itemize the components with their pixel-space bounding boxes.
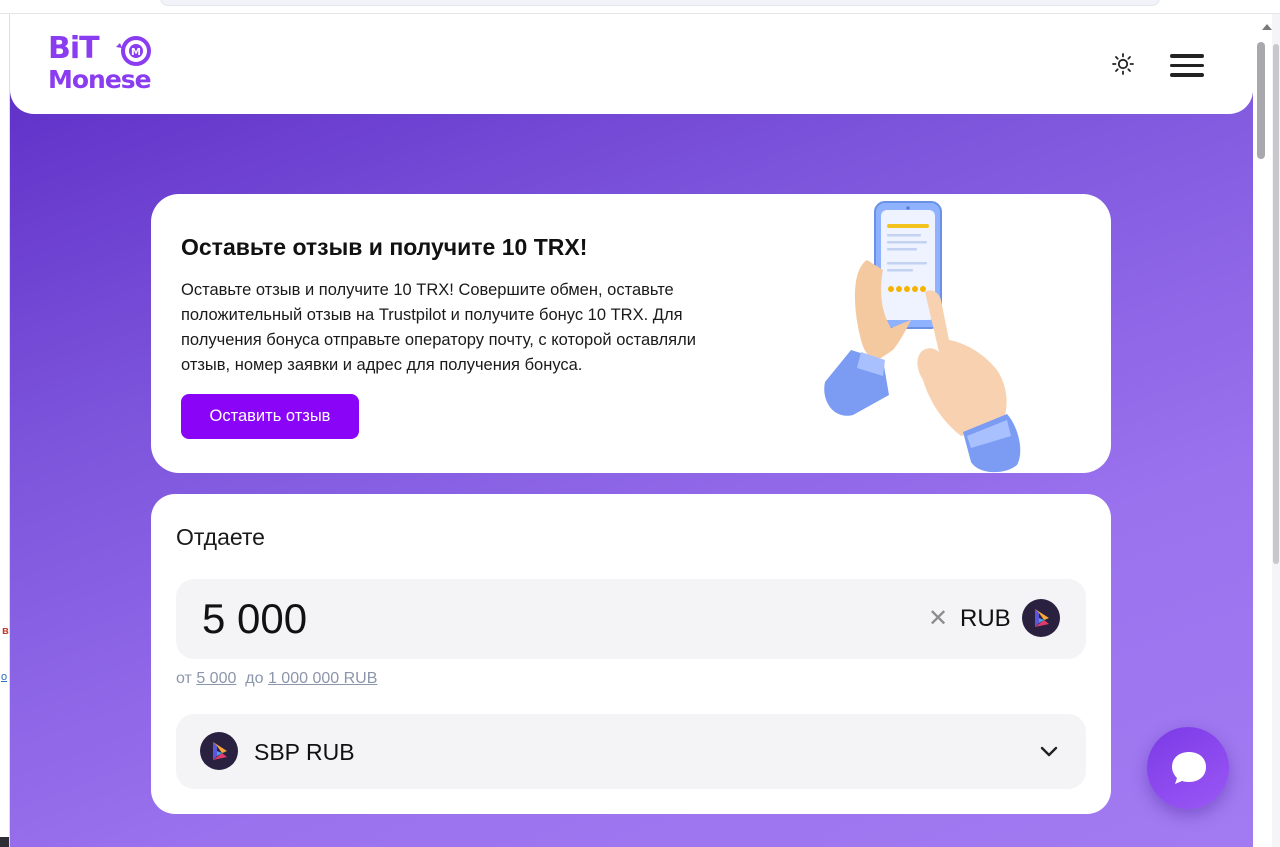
close-icon[interactable]: ✕ [928,605,948,633]
chevron-down-icon [1040,746,1058,757]
svg-text:M: M [131,47,141,58]
sbp-icon [1022,599,1060,637]
left-window-edge: в о [0,14,10,847]
site-header: BiT M Monese [10,14,1253,114]
hamburger-menu-button[interactable] [1170,54,1204,78]
scrollbar[interactable] [1253,14,1280,847]
background-window-fragment-dark [0,837,9,847]
chat-bubble-icon [1172,752,1206,784]
theme-toggle-button[interactable] [1110,51,1136,77]
amount-input[interactable] [202,593,802,645]
sun-icon [1112,53,1134,75]
scroll-up-arrow-icon[interactable] [1262,24,1272,30]
address-bar[interactable] [160,0,1160,6]
promo-title: Оставьте отзыв и получите 10 TRX! [181,234,588,260]
max-amount-link[interactable]: 1 000 000 RUB [268,670,377,687]
payment-method-select[interactable]: SBP RUB [176,714,1086,789]
leave-review-button[interactable]: Оставить отзыв [181,394,359,439]
promo-description: Оставьте отзыв и получите 10 TRX! Соверш… [181,281,696,374]
exchange-give-card: Отдаете ✕ RUB от 5 000 до 1 000 000 RUB [151,494,1111,814]
menu-line [1170,63,1204,67]
give-label: Отдаете [176,524,265,550]
limits-from-label: от [176,670,192,687]
currency-code: RUB [960,605,1011,632]
review-promo-card: Оставьте отзыв и получите 10 TRX! Оставь… [151,194,1111,473]
logo-text-monese: Monese [48,65,152,94]
scrollbar-thumb[interactable] [1257,42,1265,159]
logo-text-bit: BiT [48,31,100,66]
amount-field: ✕ RUB [176,579,1086,659]
menu-line [1170,73,1204,77]
background-window-fragment: в [2,625,9,637]
min-amount-link[interactable]: 5 000 [196,670,236,687]
menu-line [1170,54,1204,58]
amount-limits: от 5 000 до 1 000 000 RUB [176,670,377,688]
outer-scrollbar-thumb[interactable] [1273,44,1279,564]
phone-review-hand-illustration [824,201,1021,473]
payment-method-label: SBP RUB [254,739,355,765]
logo[interactable]: BiT M Monese [48,32,163,96]
sbp-icon [200,732,238,770]
page: BiT M Monese Оставьте отзыв и получите 1… [10,14,1253,847]
browser-top-bar [0,0,1280,14]
chat-button[interactable] [1147,727,1229,809]
background-window-link-fragment: о [1,671,8,683]
limits-to-label: до [245,670,264,687]
bitcoin-coin-icon: M [116,36,151,66]
